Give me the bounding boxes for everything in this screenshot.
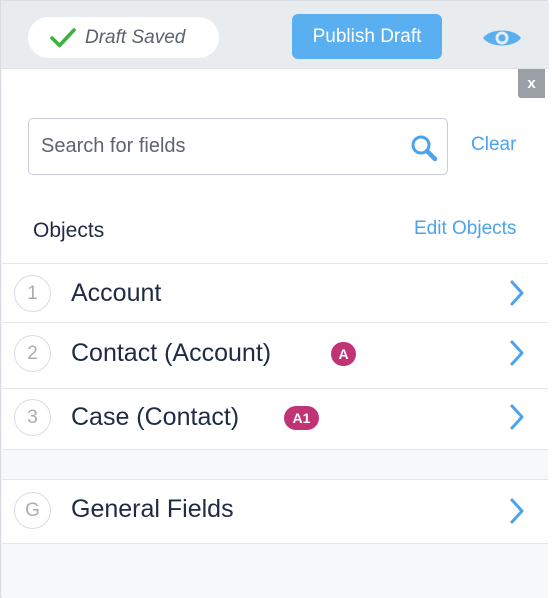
clear-search-link[interactable]: Clear: [471, 134, 516, 156]
close-button[interactable]: x: [518, 69, 545, 98]
general-index-circle: G: [14, 492, 51, 529]
object-row-contact[interactable]: 2 Contact (Account) A: [2, 322, 548, 388]
objects-heading: Objects: [33, 219, 105, 242]
object-alias-badge: A1: [284, 406, 319, 430]
object-label: Case (Contact): [71, 403, 240, 431]
eye-icon[interactable]: [481, 25, 523, 51]
object-row-case[interactable]: 3 Case (Contact) A1: [2, 388, 548, 449]
panel-footer-space: [2, 543, 548, 598]
general-fields-row[interactable]: G General Fields: [2, 479, 548, 543]
chevron-right-icon[interactable]: [508, 339, 526, 367]
object-alias-badge: A: [331, 342, 356, 366]
field-panel: Draft Saved Publish Draft x Clear Object…: [0, 0, 549, 598]
object-index-circle: 3: [14, 399, 51, 436]
search-input[interactable]: [41, 119, 401, 174]
panel-content: x Clear Objects Edit Objects 1 Account 2…: [2, 69, 548, 598]
general-fields-label: General Fields: [71, 495, 234, 523]
draft-status-text: Draft Saved: [85, 26, 186, 48]
object-label: Account: [71, 279, 162, 307]
search-icon[interactable]: [409, 133, 439, 163]
chevron-right-icon[interactable]: [508, 497, 526, 525]
toolbar: Draft Saved Publish Draft: [1, 1, 549, 69]
checkmark-icon: [50, 27, 76, 47]
draft-status-pill: Draft Saved: [28, 17, 219, 58]
section-divider: [2, 449, 548, 479]
search-field[interactable]: [28, 118, 448, 175]
publish-draft-button[interactable]: Publish Draft: [292, 14, 442, 59]
object-row-account[interactable]: 1 Account: [2, 263, 548, 322]
chevron-right-icon[interactable]: [508, 279, 526, 307]
edit-objects-link[interactable]: Edit Objects: [414, 218, 516, 240]
object-label: Contact (Account): [71, 339, 272, 367]
object-index-circle: 2: [14, 335, 51, 372]
chevron-right-icon[interactable]: [508, 403, 526, 431]
object-index-circle: 1: [14, 275, 51, 312]
